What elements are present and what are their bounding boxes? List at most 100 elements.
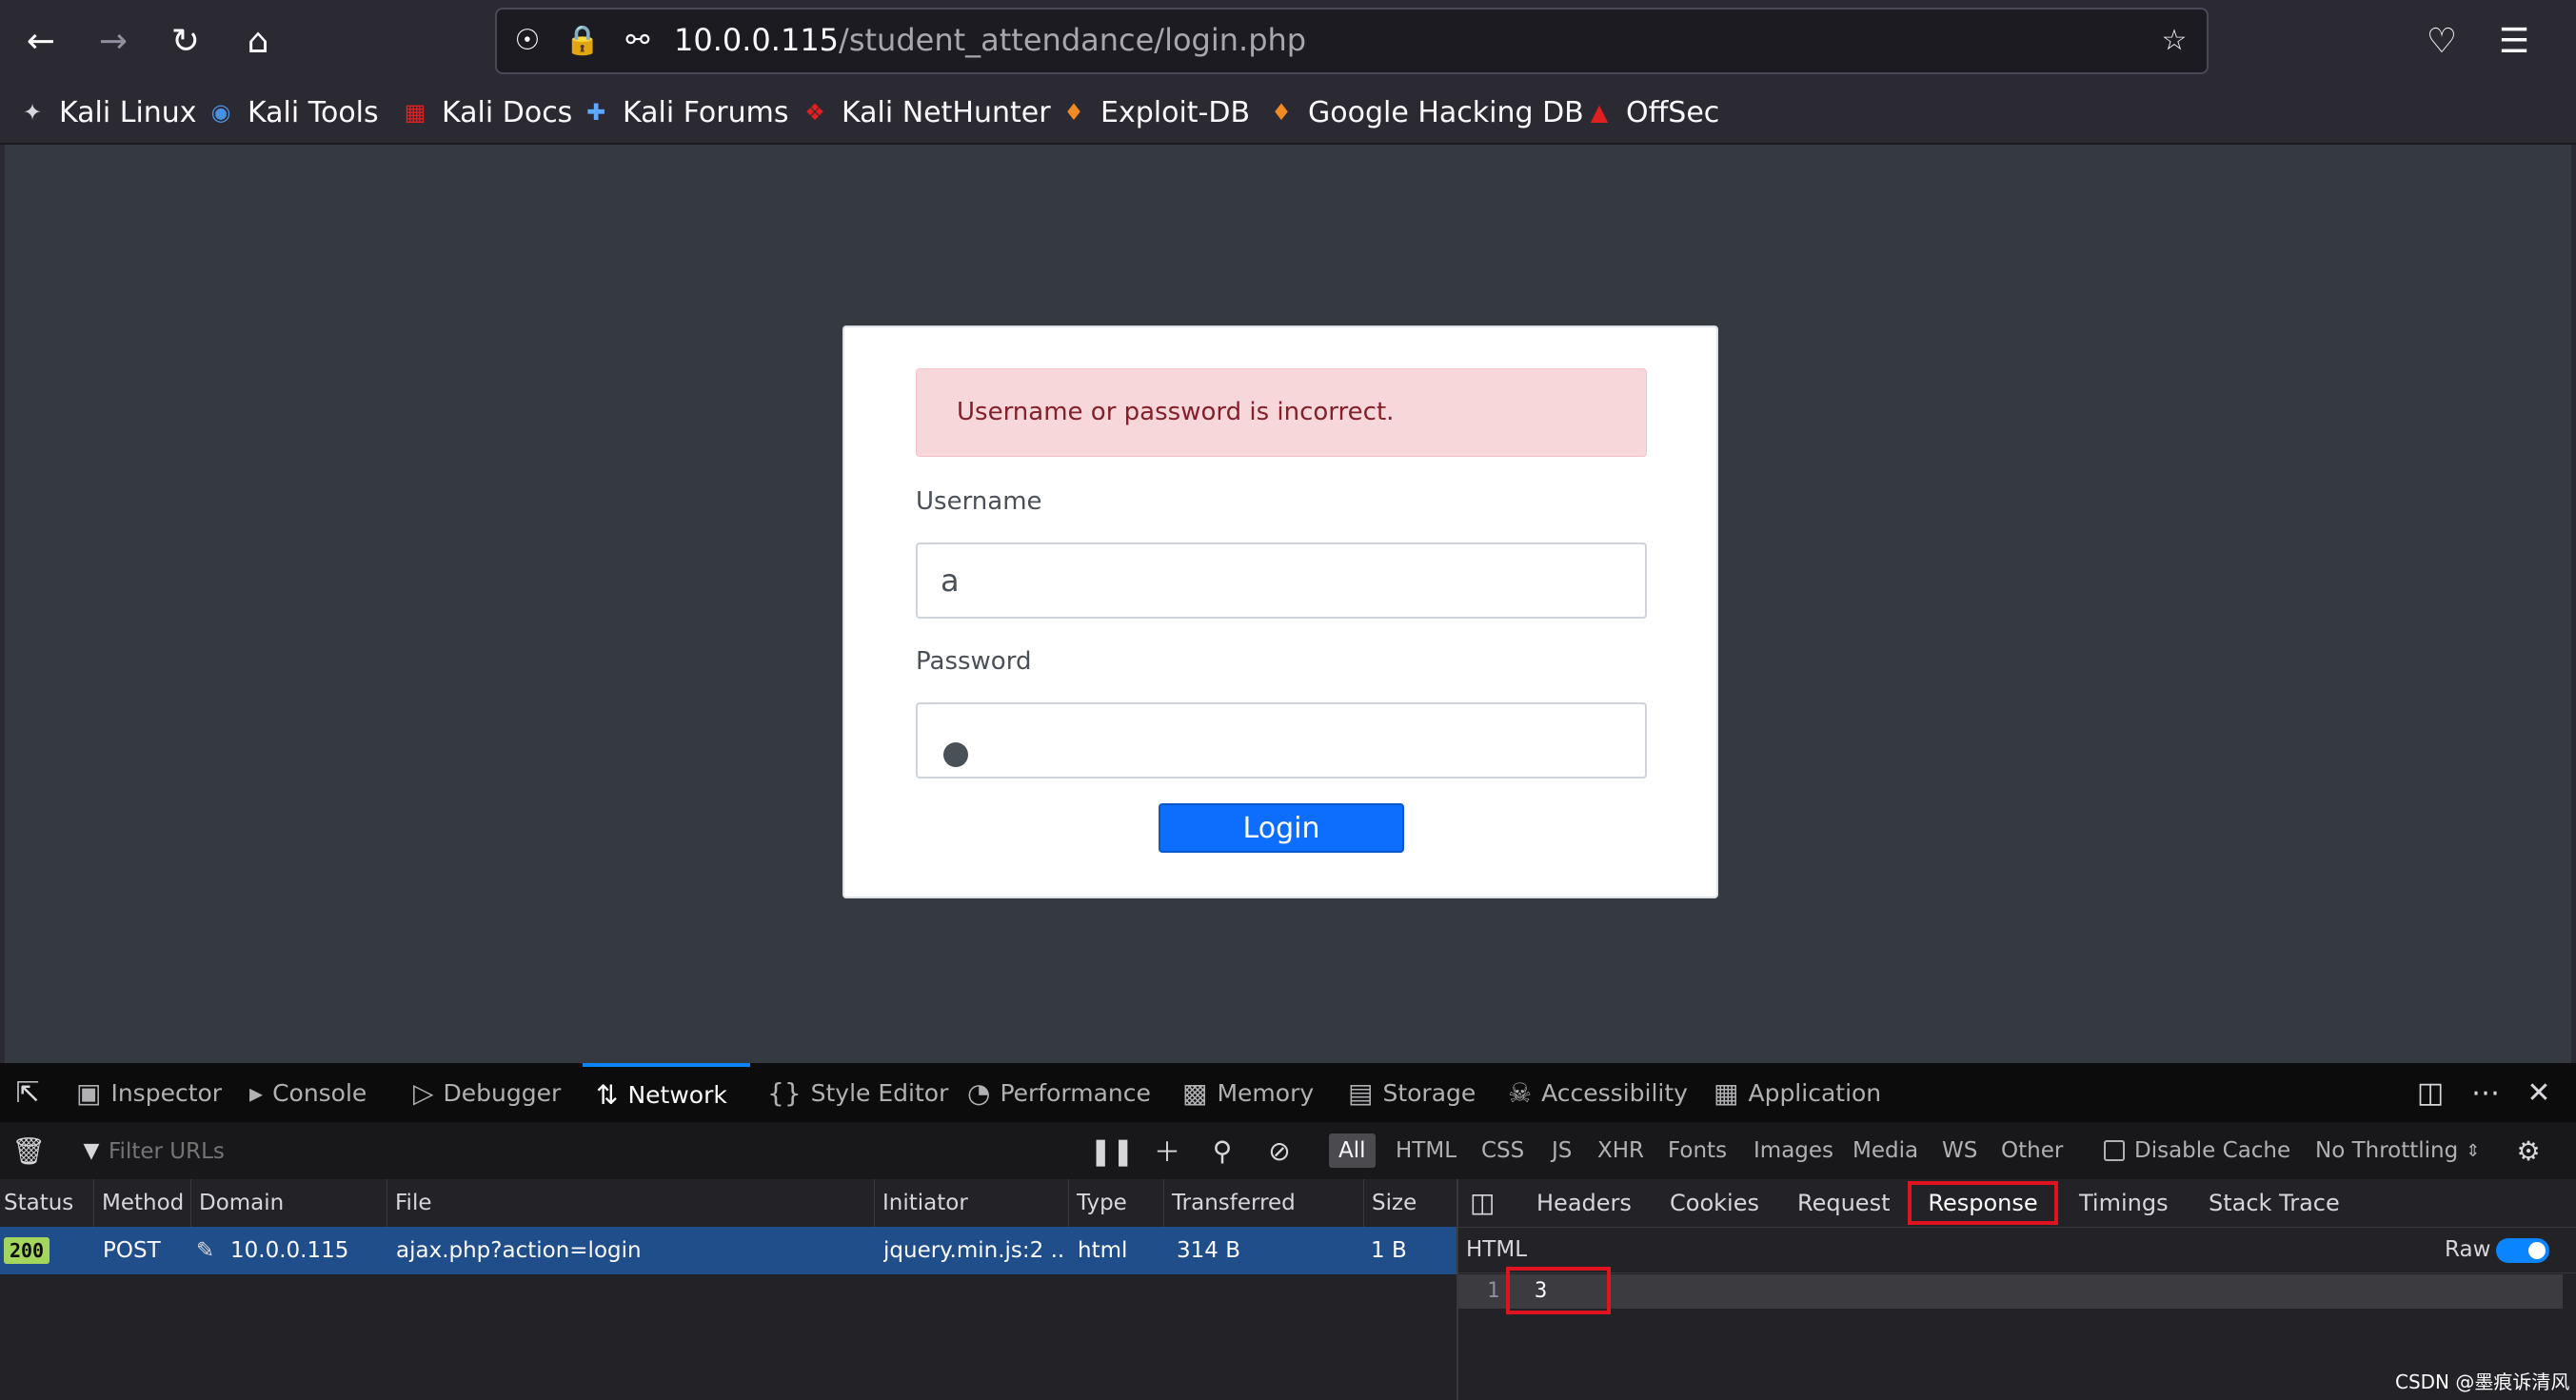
filter-type-all[interactable]: All (1329, 1134, 1376, 1168)
url-bar[interactable]: ☉ 🔒 ⚯ 10.0.0.115/student_attendance/logi… (495, 8, 2209, 74)
col-type[interactable]: Type (1068, 1179, 1163, 1227)
filter-type-media[interactable]: Media (1843, 1134, 1928, 1168)
tab-application[interactable]: ▦ Application (1714, 1063, 1881, 1122)
plus-icon[interactable]: ＋ (1150, 1134, 1184, 1168)
network-request-table: Status Method Domain File Initiator Type… (0, 1179, 1458, 1400)
row-domain: 10.0.0.115 (230, 1238, 349, 1263)
star-bookmark-icon[interactable]: ☆ (2153, 19, 2195, 61)
row-type: html (1078, 1238, 1128, 1263)
gear-icon[interactable]: ⚙ (2511, 1134, 2546, 1168)
tab-inspector[interactable]: ▣ Inspector (76, 1063, 222, 1122)
bookmark-label: Kali Linux (59, 95, 197, 129)
filter-type-ws[interactable]: WS (1932, 1134, 1987, 1168)
pocket-icon[interactable]: ♡ (2416, 15, 2467, 67)
tab-headers[interactable]: Headers (1536, 1179, 1632, 1227)
response-value[interactable]: 3 (1535, 1274, 1547, 1309)
row-initiator[interactable]: jquery.min.js:2 ... (883, 1227, 1064, 1274)
filter-urls-input[interactable] (107, 1134, 1062, 1170)
shield-icon[interactable]: ☉ (506, 19, 548, 61)
lock-icon[interactable]: 🔒 (562, 19, 604, 61)
forward-arrow-icon[interactable]: → (88, 15, 139, 67)
trash-icon[interactable]: 🗑 (11, 1134, 46, 1168)
tab-performance[interactable]: ◔ Performance (967, 1063, 1151, 1122)
offsec-icon: ▲ (1590, 99, 1609, 126)
page-content: Username or password is incorrect. Usern… (5, 145, 2571, 1063)
line-number: 1 (1487, 1279, 1500, 1303)
search-icon[interactable]: ⚲ (1205, 1134, 1239, 1168)
col-domain[interactable]: Domain (190, 1179, 386, 1227)
tab-accessibility[interactable]: ☠ Accessibility (1508, 1063, 1688, 1122)
bookmark-offsec[interactable]: ▲ OffSec (1584, 93, 1720, 131)
key-icon[interactable]: ⚯ (617, 19, 659, 61)
filter-type-fonts[interactable]: Fonts (1658, 1134, 1736, 1168)
bookmark-kali-linux[interactable]: ✦ Kali Linux (17, 93, 197, 131)
hamburger-menu-icon[interactable]: ☰ (2488, 15, 2540, 67)
block-icon[interactable]: ⊘ (1262, 1134, 1297, 1168)
tab-debugger[interactable]: ▷ Debugger (413, 1063, 561, 1122)
toggle-knob (2528, 1242, 2546, 1259)
pause-icon[interactable]: ❚❚ (1090, 1134, 1135, 1168)
domain-edit-icon: ✎ (196, 1238, 215, 1263)
more-options-icon[interactable]: ⋯ (2466, 1073, 2506, 1113)
bookmark-label: Exploit-DB (1100, 95, 1251, 129)
tab-request[interactable]: Request (1797, 1179, 1891, 1227)
table-header: Status Method Domain File Initiator Type… (0, 1179, 1456, 1228)
bookmark-label: Kali Tools (248, 95, 379, 129)
back-arrow-icon[interactable]: ← (15, 15, 67, 67)
dock-side-icon[interactable]: ◫ (2410, 1073, 2450, 1113)
ghdb-icon: ♦ (1271, 99, 1292, 126)
tab-console[interactable]: ▸ Console (249, 1063, 367, 1122)
checkbox-box (2104, 1140, 2125, 1161)
exploit-db-icon: ♦ (1063, 99, 1084, 126)
tab-network[interactable]: ⇅ Network (583, 1063, 750, 1122)
tab-memory[interactable]: ▩ Memory (1182, 1063, 1314, 1122)
tab-cookies[interactable]: Cookies (1670, 1179, 1759, 1227)
username-label: Username (916, 487, 1042, 516)
tab-style-editor[interactable]: {} Style Editor (767, 1063, 948, 1122)
table-row[interactable]: 200 POST ✎ 10.0.0.115 ajax.php?action=lo… (0, 1227, 1456, 1274)
filter-type-images[interactable]: Images (1744, 1134, 1843, 1168)
element-picker-icon[interactable]: ⇱ (8, 1073, 48, 1113)
home-icon[interactable]: ⌂ (232, 15, 284, 67)
bookmark-kali-forums[interactable]: ✚ Kali Forums (581, 93, 789, 131)
gauge-icon: ◔ (967, 1076, 991, 1109)
tab-stack-trace[interactable]: Stack Trace (2209, 1179, 2340, 1227)
filter-type-css[interactable]: CSS (1472, 1134, 1534, 1168)
col-initiator[interactable]: Initiator (874, 1179, 1068, 1227)
url-text[interactable]: 10.0.0.115/student_attendance/login.php (674, 21, 1306, 59)
tab-response[interactable]: Response (1908, 1181, 2058, 1225)
col-size[interactable]: Size (1363, 1179, 1456, 1227)
row-file: ajax.php?action=login (396, 1238, 642, 1263)
bookmark-exploit-db[interactable]: ♦ Exploit-DB (1059, 93, 1250, 131)
disable-cache-checkbox[interactable]: Disable Cache (2094, 1134, 2300, 1168)
col-status[interactable]: Status (0, 1179, 93, 1227)
devtools-toolbar: ⇱ ▣ Inspector ▸ Console ▷ Debugger ⇅ Network… (0, 1063, 2576, 1123)
col-transferred[interactable]: Transferred (1163, 1179, 1363, 1227)
col-file[interactable]: File (386, 1179, 874, 1227)
login-button[interactable]: Login (1159, 803, 1404, 853)
password-input[interactable] (916, 702, 1647, 779)
filter-type-xhr[interactable]: XHR (1588, 1134, 1654, 1168)
toggle-sidebar-icon[interactable]: ◫ (1470, 1179, 1495, 1227)
filter-type-other[interactable]: Other (1991, 1134, 2072, 1168)
nethunter-icon: ❖ (804, 99, 825, 126)
password-label: Password (916, 647, 1032, 676)
filter-type-js[interactable]: JS (1542, 1134, 1581, 1168)
bookmark-kali-docs[interactable]: ▦ Kali Docs (400, 93, 573, 131)
raw-toggle[interactable] (2496, 1238, 2549, 1263)
url-host: 10.0.0.115 (674, 22, 840, 58)
network-filter-bar: 🗑 ▼ ❚❚ ＋ ⚲ ⊘ All HTML CSS JS XHR Fonts I… (0, 1122, 2576, 1180)
inspector-icon: ▣ (76, 1076, 102, 1109)
bookmark-kali-tools[interactable]: ◉ Kali Tools (206, 93, 379, 131)
username-input[interactable] (916, 542, 1647, 619)
bookmark-google-hacking-db[interactable]: ♦ Google Hacking DB (1266, 93, 1584, 131)
password-mask-dot (943, 742, 968, 767)
tab-storage[interactable]: ▤ Storage (1348, 1063, 1476, 1122)
col-method[interactable]: Method (93, 1179, 190, 1227)
bookmark-kali-nethunter[interactable]: ❖ Kali NetHunter (800, 93, 1050, 131)
filter-type-html[interactable]: HTML (1386, 1134, 1466, 1168)
reload-icon[interactable]: ↻ (160, 15, 211, 67)
throttling-select[interactable]: No Throttling ⇕ (2306, 1134, 2489, 1168)
close-icon[interactable]: ✕ (2519, 1073, 2559, 1113)
tab-timings[interactable]: Timings (2079, 1179, 2169, 1227)
